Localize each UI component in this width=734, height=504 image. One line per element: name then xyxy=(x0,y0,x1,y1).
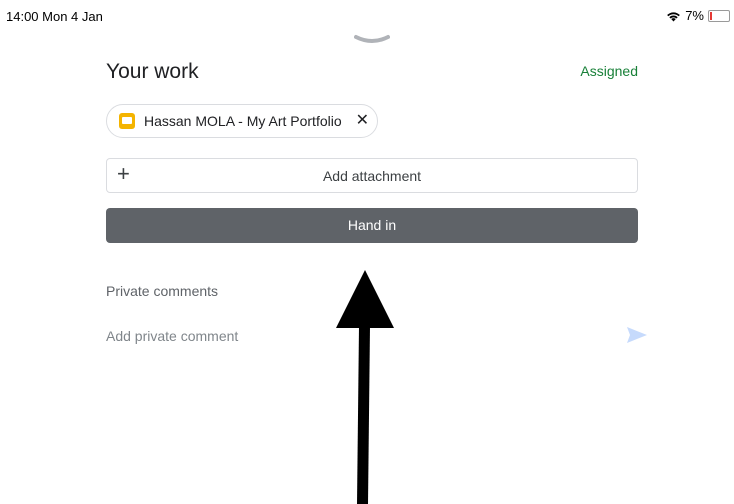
status-badge: Assigned xyxy=(580,63,638,79)
send-icon[interactable] xyxy=(626,326,648,344)
status-bar: 14:00 Mon 4 Jan 7% xyxy=(0,0,734,32)
battery-percent: 7% xyxy=(685,8,704,23)
close-icon[interactable]: ✕ xyxy=(356,113,369,129)
google-slides-icon xyxy=(119,113,135,129)
attachment-chip[interactable]: Hassan MOLA - My Art Portfolio ✕ xyxy=(106,104,378,138)
private-comment-input[interactable]: Add private comment xyxy=(106,328,238,344)
wifi-icon xyxy=(667,11,681,21)
hand-in-label: Hand in xyxy=(347,217,397,233)
attachment-label: Hassan MOLA - My Art Portfolio xyxy=(144,113,342,129)
chevron-down-icon[interactable] xyxy=(354,34,390,46)
status-time: 14:00 Mon 4 Jan xyxy=(6,9,103,24)
page-title: Your work xyxy=(106,60,199,83)
battery-level xyxy=(710,11,712,20)
private-comments-title: Private comments xyxy=(106,283,219,299)
hand-in-button[interactable]: Hand in xyxy=(106,208,638,243)
add-attachment-button[interactable]: + Add attachment xyxy=(106,158,638,193)
arrow-up-icon xyxy=(336,270,394,504)
battery-icon xyxy=(708,9,730,22)
add-attachment-label: Add attachment xyxy=(322,168,422,184)
status-indicators: 7% xyxy=(666,8,730,23)
